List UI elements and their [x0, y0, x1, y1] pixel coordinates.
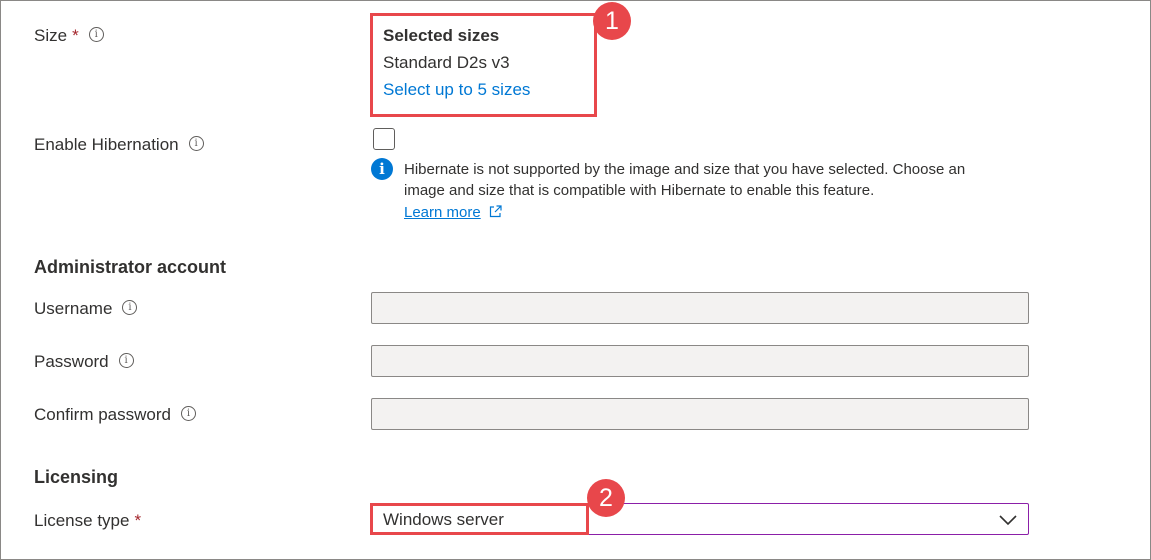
hibernation-label: Enable Hibernation [34, 135, 179, 154]
license-type-label: License type [34, 511, 130, 530]
hibernation-checkbox[interactable] [373, 128, 395, 150]
hibernation-label-row: Enable Hibernation i [34, 135, 204, 155]
size-label-row: Size * i [34, 26, 104, 46]
callout-badge-2: 2 [587, 479, 625, 517]
confirm-password-label-row: Confirm password i [34, 405, 196, 425]
password-label-row: Password i [34, 352, 134, 372]
license-type-label-row: License type * [34, 511, 141, 531]
hibernation-message: Hibernate is not supported by the image … [404, 159, 965, 224]
info-icon[interactable]: i [188, 136, 204, 152]
external-link-icon [489, 203, 502, 224]
info-circle-icon: i [371, 158, 393, 180]
info-icon[interactable]: i [181, 406, 196, 422]
chevron-down-icon [999, 513, 1017, 531]
info-icon[interactable]: i [118, 353, 134, 369]
required-asterisk: * [72, 26, 79, 45]
confirm-password-input[interactable] [371, 398, 1029, 430]
username-label-row: Username i [34, 299, 138, 319]
username-label: Username [34, 299, 113, 318]
admin-section-title: Administrator account [34, 257, 227, 277]
info-icon[interactable]: i [88, 27, 104, 43]
learn-more-link[interactable]: Learn more [404, 204, 481, 221]
password-label: Password [34, 352, 109, 371]
info-icon[interactable]: i [122, 300, 138, 316]
callout-box-1 [370, 13, 597, 117]
hibernation-message-line1: Hibernate is not supported by the image … [404, 161, 966, 178]
size-label: Size [34, 26, 68, 45]
password-input[interactable] [371, 345, 1029, 377]
required-asterisk: * [134, 511, 142, 530]
callout-box-2 [370, 503, 589, 535]
licensing-section-title: Licensing [34, 467, 119, 487]
confirm-password-label: Confirm password [34, 405, 171, 424]
username-input[interactable] [371, 292, 1029, 324]
hibernation-message-line2: image and size that is compatible with H… [404, 182, 875, 199]
callout-badge-1: 1 [593, 2, 631, 40]
